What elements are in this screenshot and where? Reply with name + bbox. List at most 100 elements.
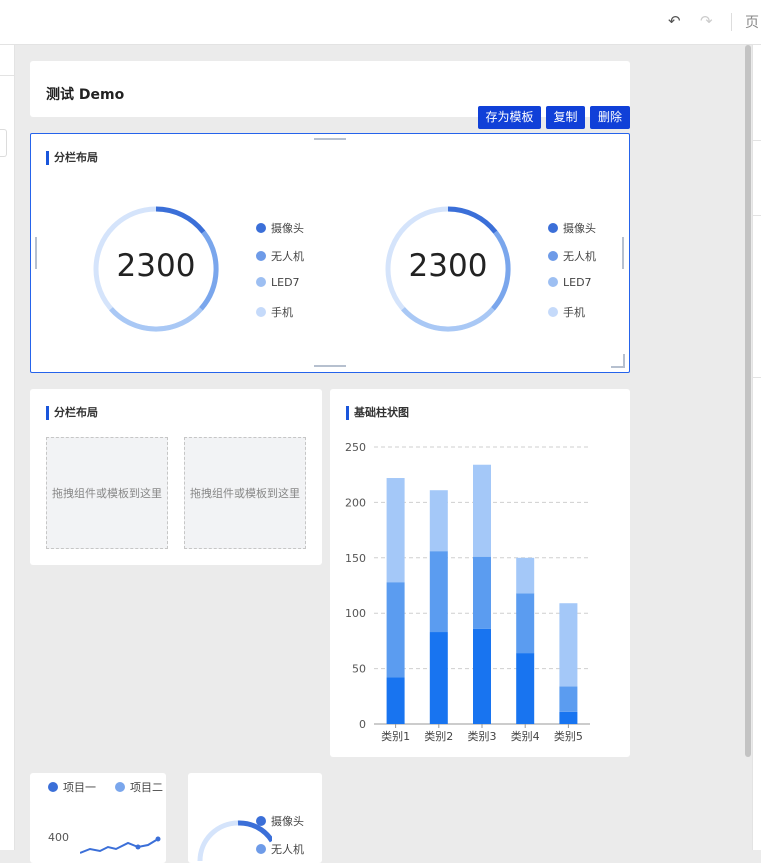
line-series-path <box>80 838 159 854</box>
legend-item: 项目二 <box>115 779 163 795</box>
section-title: 基础柱状图 <box>346 406 409 420</box>
save-template-button[interactable]: 存为模板 <box>478 106 541 129</box>
legend-dot-icon <box>548 251 558 261</box>
legend-label: 无人机 <box>271 250 304 263</box>
legend-label: LED7 <box>563 276 592 289</box>
legend-label: 项目二 <box>130 781 163 794</box>
legend-dot-icon <box>256 307 266 317</box>
legend-item: 无人机 <box>256 841 304 857</box>
x-tick-label: 类别4 <box>511 729 540 743</box>
resize-handle-right[interactable] <box>622 237 624 269</box>
copy-button[interactable]: 复制 <box>546 106 585 129</box>
bar-segment <box>429 490 448 552</box>
resize-handle-left[interactable] <box>35 237 37 269</box>
line-series <box>80 836 161 854</box>
legend-dot-icon <box>48 782 58 792</box>
donut-segment <box>109 307 203 332</box>
legend-dot-icon <box>115 782 125 792</box>
legend-item: LED7 <box>256 276 300 289</box>
legend-dot-icon <box>548 307 558 317</box>
y-tick-label: 50 <box>352 663 366 676</box>
y-tick-label: 150 <box>345 552 366 565</box>
bar-segment <box>429 632 448 724</box>
x-tick-label: 类别3 <box>468 729 497 743</box>
drop-zone[interactable]: 拖拽组件或模板到这里 <box>46 437 168 549</box>
resize-handle-bottom[interactable] <box>314 365 346 367</box>
legend-label: 手机 <box>563 306 585 319</box>
left-panel-divider <box>0 75 14 76</box>
donut-track <box>197 820 239 862</box>
stacked-bar-chart: 0 50 100 150 200 250 类别1 类别2 类别3 类别4 类别5 <box>345 441 590 743</box>
x-tick-label: 类别5 <box>554 729 583 743</box>
y-tick-label: 100 <box>345 607 366 620</box>
legend-item: LED7 <box>548 276 592 289</box>
right-panel <box>752 45 761 850</box>
bar-segment <box>473 464 491 557</box>
legend-item: 摄像头 <box>548 220 596 236</box>
legend-item: 无人机 <box>256 248 304 264</box>
bar-segment <box>516 653 535 724</box>
donut-segment <box>401 307 495 332</box>
toolbar-divider <box>731 13 732 31</box>
y-tick-label: 400 <box>48 831 69 844</box>
legend-dot-icon <box>548 277 558 287</box>
bar-segment <box>473 628 491 724</box>
canvas-scrollbar[interactable] <box>745 45 751 757</box>
bar-segment <box>516 557 535 594</box>
legend-label: 项目一 <box>63 781 96 794</box>
bar-segment <box>559 711 578 724</box>
legend-dot-icon <box>256 223 266 233</box>
legend-label: 无人机 <box>563 250 596 263</box>
resize-corner-handle[interactable] <box>611 354 625 368</box>
legend-dot-icon <box>256 844 266 854</box>
bar-segment <box>473 556 491 629</box>
legend-label: 摄像头 <box>271 815 304 828</box>
donut-segment <box>155 206 206 234</box>
line-point <box>135 844 141 850</box>
bar-segment <box>429 551 448 633</box>
section-title: 分栏布局 <box>46 406 98 420</box>
legend-item: 手机 <box>256 304 293 320</box>
legend-label: 摄像头 <box>563 222 596 235</box>
right-panel-divider <box>753 215 761 216</box>
y-tick-label: 0 <box>359 718 366 731</box>
undo-icon[interactable]: ↶ <box>668 12 681 30</box>
legend-label: 摄像头 <box>271 222 304 235</box>
delete-button[interactable]: 删除 <box>590 106 630 129</box>
legend-label: 手机 <box>271 306 293 319</box>
bar-segment <box>516 593 535 654</box>
donut-total-value: 2300 <box>116 248 196 284</box>
donut-total-value: 2300 <box>408 248 488 284</box>
section-title: 分栏布局 <box>46 151 98 165</box>
bar-segment <box>559 686 578 712</box>
legend-item: 摄像头 <box>256 220 304 236</box>
legend-item: 手机 <box>548 304 585 320</box>
right-panel-divider <box>753 377 761 378</box>
y-tick-label: 250 <box>345 441 366 454</box>
top-toolbar: ↶ ↷ 页 <box>0 0 761 45</box>
redo-icon[interactable]: ↷ <box>700 12 713 30</box>
legend-dot-icon <box>548 223 558 233</box>
left-panel <box>0 45 15 850</box>
bar-segment <box>386 582 405 678</box>
legend-dot-icon <box>256 251 266 261</box>
bar-segment <box>386 677 405 724</box>
legend-label: LED7 <box>271 276 300 289</box>
legend-item: 摄像头 <box>256 813 304 829</box>
x-tick-label: 类别2 <box>424 729 453 743</box>
resize-handle-top[interactable] <box>314 138 346 140</box>
legend-dot-icon <box>256 816 266 826</box>
left-panel-input[interactable] <box>0 129 7 157</box>
donut-segment <box>447 206 498 234</box>
legend-item: 项目一 <box>48 779 96 795</box>
x-tick-label: 类别1 <box>381 729 410 743</box>
right-panel-divider <box>753 140 761 141</box>
legend-dot-icon <box>256 277 266 287</box>
bar-segment <box>559 603 578 687</box>
page-title: 测试 Demo <box>46 87 125 103</box>
y-tick-label: 200 <box>345 496 366 509</box>
drop-zone[interactable]: 拖拽组件或模板到这里 <box>184 437 306 549</box>
line-point <box>155 836 161 842</box>
legend-item: 无人机 <box>548 248 596 264</box>
page-tab-label[interactable]: 页 <box>745 12 759 32</box>
